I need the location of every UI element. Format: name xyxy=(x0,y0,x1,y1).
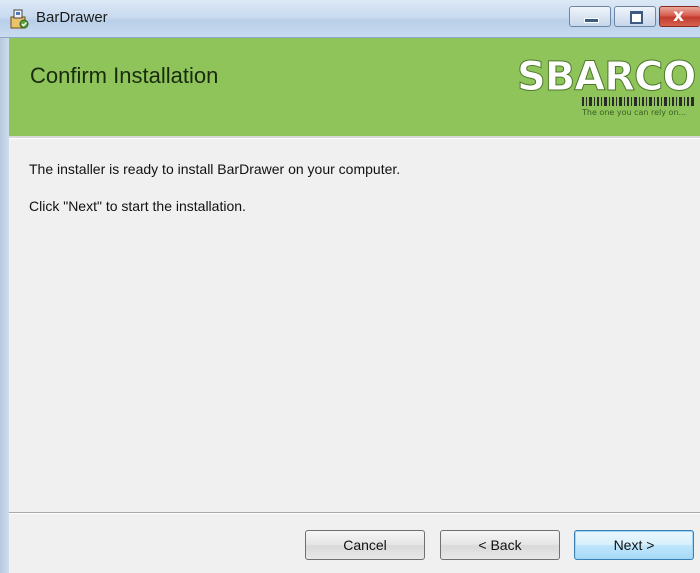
page-title: Confirm Installation xyxy=(30,63,219,88)
header-banner: Confirm Installation SBARCO The one you … xyxy=(9,38,700,136)
window-left-frame xyxy=(0,38,9,573)
svg-text:SBARCO: SBARCO xyxy=(517,54,695,100)
footer-divider xyxy=(9,512,700,514)
close-button[interactable]: x xyxy=(659,6,700,27)
close-icon: x xyxy=(673,6,684,26)
installer-icon xyxy=(10,9,29,29)
back-button[interactable]: < Back xyxy=(440,530,560,560)
title-bar[interactable]: BarDrawer x xyxy=(0,0,700,38)
sbarco-logo: SBARCO The one you can rely on... xyxy=(517,54,697,117)
maximize-button[interactable] xyxy=(614,6,656,27)
maximize-icon xyxy=(630,11,643,24)
cancel-button[interactable]: Cancel xyxy=(305,530,425,560)
minimize-button[interactable] xyxy=(569,6,611,27)
next-button[interactable]: Next > xyxy=(574,530,694,560)
logo-tagline: The one you can rely on... xyxy=(581,108,686,117)
instruction-message: Click "Next" to start the installation. xyxy=(29,198,246,214)
ready-message: The installer is ready to install BarDra… xyxy=(29,161,401,177)
window-title: BarDrawer xyxy=(36,9,108,26)
installer-window: BarDrawer x Confirm Installation SBARCO xyxy=(0,0,700,573)
header-divider xyxy=(9,136,700,139)
minimize-icon xyxy=(584,18,599,23)
